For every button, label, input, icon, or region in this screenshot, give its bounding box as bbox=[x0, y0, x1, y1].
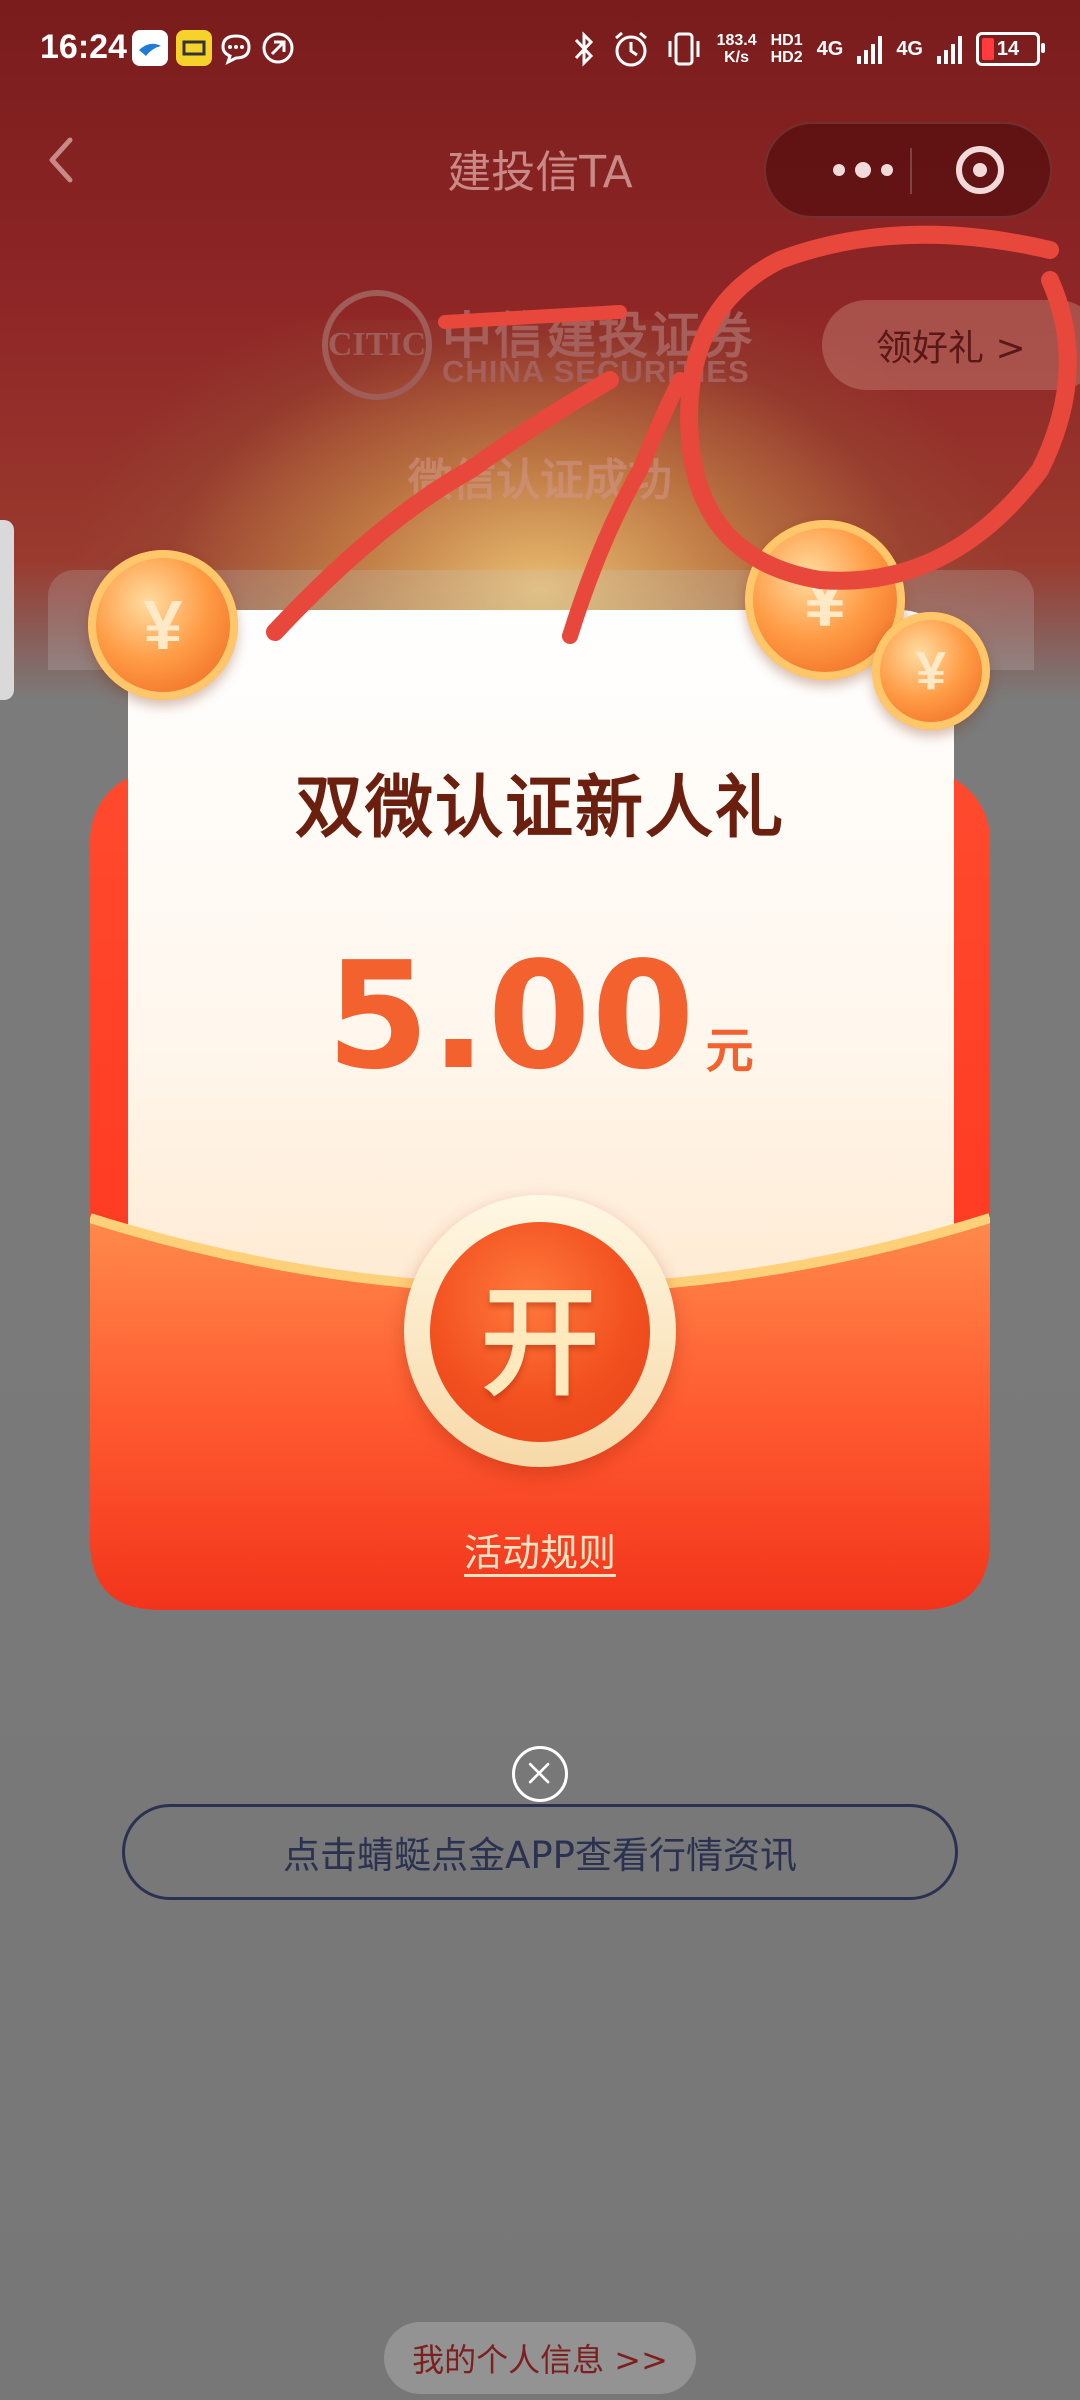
battery-level bbox=[982, 38, 994, 60]
open-app-button[interactable]: 点击蜻蜓点金APP查看行情资讯 bbox=[122, 1804, 958, 1900]
brand-name-en: CHINA SECURITIES bbox=[442, 354, 750, 389]
citic-logo: CITIC bbox=[322, 290, 432, 400]
sync-icon bbox=[262, 32, 294, 64]
battery-percent: 14 bbox=[996, 37, 1020, 60]
get-gift-button[interactable]: 领好礼 > bbox=[822, 300, 1080, 390]
status-time: 16:24 bbox=[40, 28, 127, 66]
network-type-2: 4G bbox=[896, 37, 923, 60]
battery-icon: 14 bbox=[976, 32, 1045, 66]
red-packet-amount: 5.00 元 bbox=[0, 930, 1080, 1102]
red-packet-page: 16:24 183.4 K/s HD1 HD2 4G 4G 14 建投信TA C… bbox=[0, 0, 1080, 2400]
network-speed: 183.4 K/s bbox=[716, 32, 757, 66]
app-icon bbox=[132, 30, 168, 66]
activity-rules-link[interactable]: 活动规则 bbox=[0, 1522, 1080, 1577]
signal-icon bbox=[937, 34, 962, 64]
signal-icon bbox=[857, 34, 883, 64]
coin-icon: ¥ bbox=[872, 612, 990, 730]
hd-indicator: HD1 HD2 bbox=[770, 32, 803, 66]
vibrate-icon bbox=[668, 32, 700, 66]
close-miniprogram-icon[interactable] bbox=[956, 146, 1004, 194]
more-dots-icon[interactable] bbox=[808, 124, 918, 216]
red-packet-title: 双微认证新人礼 bbox=[294, 769, 785, 848]
amount-value: 5.00 bbox=[326, 930, 696, 1102]
open-red-packet-button[interactable]: 开 bbox=[430, 1222, 650, 1442]
amount-unit: 元 bbox=[705, 1023, 754, 1079]
app-icon bbox=[176, 30, 212, 66]
bluetooth-icon bbox=[574, 31, 593, 67]
coin-icon: ¥ bbox=[88, 550, 238, 700]
capsule-divider bbox=[910, 148, 912, 194]
side-tab[interactable] bbox=[0, 520, 14, 700]
status-indicators: 183.4 K/s HD1 HD2 4G 4G 14 bbox=[571, 26, 1045, 72]
status-bar: 16:24 183.4 K/s HD1 HD2 4G 4G 14 bbox=[0, 0, 1080, 100]
verify-success-text: 微信认证成功 bbox=[408, 455, 672, 506]
alarm-icon bbox=[614, 31, 647, 67]
network-type-1: 4G bbox=[816, 37, 844, 60]
close-modal-icon[interactable] bbox=[512, 1746, 568, 1802]
chat-bubble-icon bbox=[221, 34, 251, 65]
personal-info-link[interactable]: 我的个人信息 >> bbox=[384, 2322, 696, 2394]
miniprogram-capsule bbox=[764, 122, 1052, 218]
